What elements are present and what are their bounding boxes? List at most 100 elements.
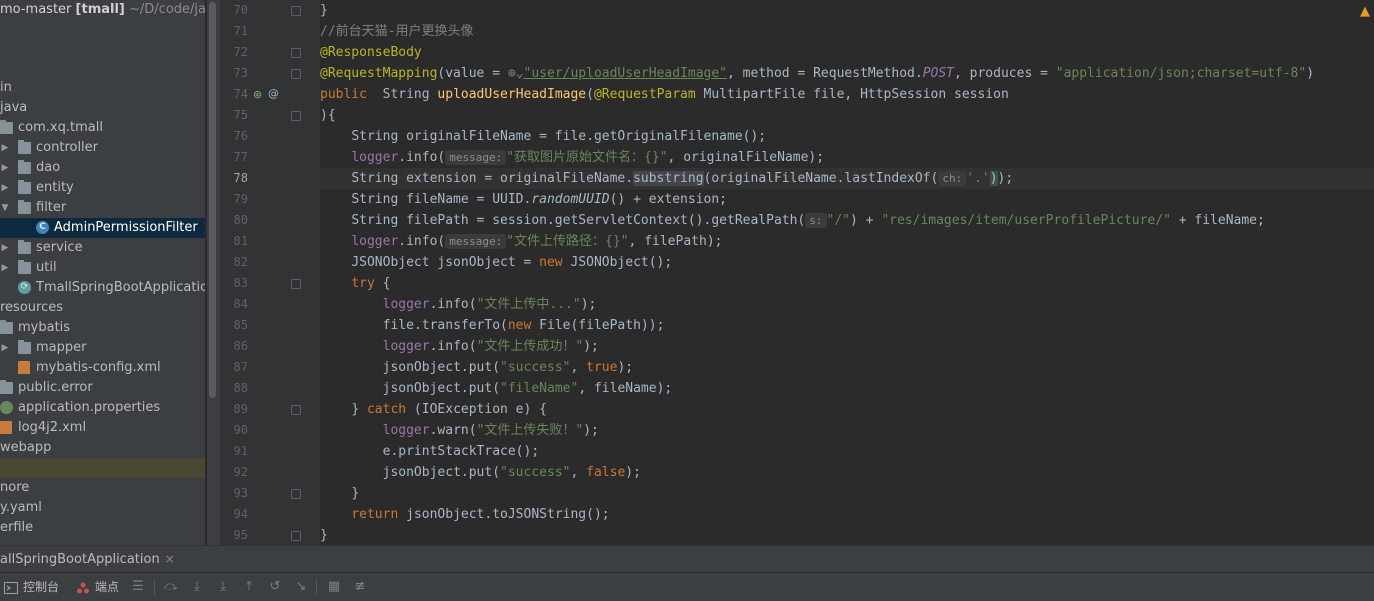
chevron-right-icon[interactable]: ▶	[0, 238, 10, 258]
trace-icon[interactable]: ≢	[352, 579, 368, 595]
tree-item-in[interactable]: in	[0, 78, 205, 98]
tree-item-service[interactable]: ▶ service	[0, 238, 205, 258]
line-number[interactable]: 73	[220, 63, 248, 84]
line-number[interactable]: 79	[220, 189, 248, 210]
tree-item-yaml[interactable]: y.yaml	[0, 498, 205, 518]
code-line[interactable]: @RequestMapping(value = ⊕⌄"user/uploadUs…	[320, 63, 1374, 84]
annotation-at-icon[interactable]: @	[268, 87, 279, 100]
code-line[interactable]: logger.warn("文件上传失败！");	[320, 420, 1374, 441]
menu-icon[interactable]: ☰	[130, 579, 146, 595]
line-number[interactable]: 95	[220, 525, 248, 546]
tree-item-erfile[interactable]: erfile	[0, 518, 205, 538]
code-line[interactable]: try {	[320, 273, 1374, 294]
tree-item-util[interactable]: ▶ util	[0, 258, 205, 278]
chevron-right-icon[interactable]: ▶	[0, 258, 10, 278]
fold-marker-icon[interactable]	[291, 489, 301, 499]
close-icon[interactable]: ×	[165, 552, 175, 566]
tree-item-resources[interactable]: resources	[0, 298, 205, 318]
step-out-icon[interactable]: ⤒	[241, 579, 257, 595]
line-number[interactable]: 71	[220, 21, 248, 42]
fold-marker-icon[interactable]	[291, 531, 301, 541]
code-line[interactable]: }	[320, 0, 1374, 21]
drop-frame-icon[interactable]: ↺	[267, 579, 283, 595]
code-line[interactable]: ){	[320, 105, 1374, 126]
chevron-right-icon[interactable]: ▶	[0, 158, 10, 178]
tree-item-mybatis-config-xml[interactable]: mybatis-config.xml	[0, 358, 205, 378]
tree-item-entity[interactable]: ▶ entity	[0, 178, 205, 198]
tree-scrollbar[interactable]	[207, 0, 220, 545]
run-to-cursor-icon[interactable]: ↘	[293, 579, 309, 595]
line-number[interactable]: 87	[220, 357, 248, 378]
line-number[interactable]: 90	[220, 420, 248, 441]
tree-item-mapper[interactable]: ▶ mapper	[0, 338, 205, 358]
code-line[interactable]: JSONObject jsonObject = new JSONObject()…	[320, 252, 1374, 273]
line-number[interactable]: 94	[220, 504, 248, 525]
step-over-icon[interactable]: ⤼	[163, 579, 179, 595]
code-line[interactable]: String filePath = session.getServletCont…	[320, 210, 1374, 231]
code-line[interactable]: String fileName = UUID.randomUUID() + ex…	[320, 189, 1374, 210]
code-line[interactable]: } catch (IOException e) {	[320, 399, 1374, 420]
line-number[interactable]: 82	[220, 252, 248, 273]
code-line[interactable]: e.printStackTrace();	[320, 441, 1374, 462]
code-line[interactable]: return jsonObject.toJSONString();	[320, 504, 1374, 525]
line-number[interactable]: 92	[220, 462, 248, 483]
code-line[interactable]: logger.info(message: "获取图片原始文件名：{}", orig…	[320, 147, 1374, 168]
tree-item-mybatis[interactable]: mybatis	[0, 318, 205, 338]
tree-item-log4j2-xml[interactable]: log4j2.xml	[0, 418, 205, 438]
code-line[interactable]: logger.info("文件上传中...");	[320, 294, 1374, 315]
evaluate-expression-icon[interactable]: ▦	[326, 579, 342, 595]
line-number[interactable]: 80	[220, 210, 248, 231]
fold-marker-icon[interactable]	[291, 48, 301, 58]
fold-marker-icon[interactable]	[291, 6, 301, 16]
line-number[interactable]: 70	[220, 0, 248, 21]
code-line[interactable]: @ResponseBody	[320, 42, 1374, 63]
tree-item-filter[interactable]: ▼ filter	[0, 198, 205, 218]
code-line[interactable]: //前台天猫-用户更换头像	[320, 21, 1374, 42]
code-line[interactable]: public String uploadUserHeadImage(@Reque…	[320, 84, 1374, 105]
tree-scrollbar-thumb[interactable]	[209, 2, 216, 398]
fold-marker-icon[interactable]	[291, 405, 301, 415]
line-number[interactable]: 72	[220, 42, 248, 63]
line-number[interactable]: 93	[220, 483, 248, 504]
code-line[interactable]: }	[320, 525, 1374, 545]
chevron-right-icon[interactable]: ▶	[0, 178, 10, 198]
line-number[interactable]: 89	[220, 399, 248, 420]
chevron-right-icon[interactable]: ▶	[0, 138, 10, 158]
code-line[interactable]: jsonObject.put("fileName", fileName);	[320, 378, 1374, 399]
line-number[interactable]: 88	[220, 378, 248, 399]
code-line[interactable]: jsonObject.put("success", false);	[320, 462, 1374, 483]
tree-item-nore[interactable]: nore	[0, 478, 205, 498]
line-number[interactable]: 81	[220, 231, 248, 252]
code-line[interactable]: }	[320, 483, 1374, 504]
breakpoints-tab[interactable]: 端点	[76, 573, 119, 601]
fold-marker-icon[interactable]	[291, 279, 301, 289]
chevron-right-icon[interactable]: ▶	[0, 338, 10, 358]
tree-item-tmall-spring-boot-application[interactable]: ⟳ TmallSpringBootApplication	[0, 278, 205, 298]
code-line-current[interactable]: String extension = originalFileName.subs…	[320, 168, 1374, 189]
tree-item-dao[interactable]: ▶ dao	[0, 158, 205, 178]
tree-item-highlighted[interactable]	[0, 458, 205, 478]
line-number[interactable]: 83	[220, 273, 248, 294]
console-tab[interactable]: 控制台	[4, 573, 59, 601]
warning-icon[interactable]: ▲	[1360, 4, 1370, 19]
tree-item-webapp[interactable]: webapp	[0, 438, 205, 458]
tree-item-java[interactable]: java	[0, 98, 205, 118]
fold-marker-icon[interactable]	[291, 69, 301, 79]
line-number[interactable]: 91	[220, 441, 248, 462]
step-into-icon[interactable]: ⤓	[189, 579, 205, 595]
tree-item-com-xq-tmall[interactable]: com.xq.tmall	[0, 118, 205, 138]
run-tab[interactable]: allSpringBootApplication ×	[0, 546, 175, 573]
tree-item-admin-permission-filter[interactable]: C AdminPermissionFilter	[0, 218, 205, 238]
line-number[interactable]: 84	[220, 294, 248, 315]
code-editor[interactable]: } //前台天猫-用户更换头像 @ResponseBody @RequestMa…	[320, 0, 1374, 545]
force-step-into-icon[interactable]: ⤓	[215, 579, 231, 595]
line-number[interactable]: 86	[220, 336, 248, 357]
line-number[interactable]: 77	[220, 147, 248, 168]
line-number[interactable]: 85	[220, 315, 248, 336]
code-line[interactable]: jsonObject.put("success", true);	[320, 357, 1374, 378]
line-number[interactable]: 74	[220, 84, 248, 105]
editor-gutter[interactable]: 70 71 72 73 74 75 76 77 78 79 80 81 82 83 84 85 86 87 88 89…	[220, 0, 320, 545]
tree-item-application-properties[interactable]: application.properties	[0, 398, 205, 418]
fold-marker-icon[interactable]	[291, 111, 301, 121]
tree-item-public-error[interactable]: public.error	[0, 378, 205, 398]
